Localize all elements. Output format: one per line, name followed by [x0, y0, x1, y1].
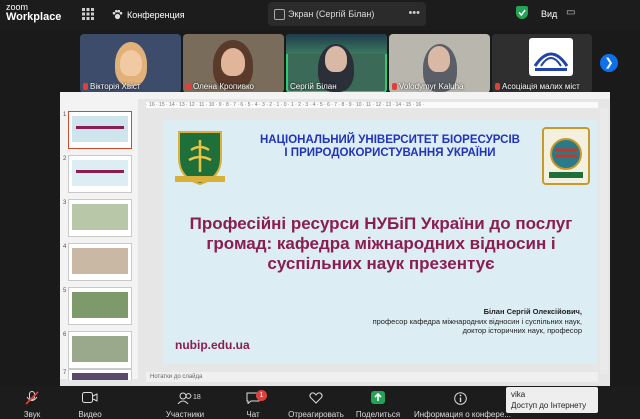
slide-thumbnail[interactable]: 1: [63, 111, 132, 149]
thumbnail-number: 3: [63, 200, 67, 206]
powerpoint-top-strip: [60, 92, 610, 99]
thumbnail-content: [72, 116, 128, 142]
vertical-scrollbar[interactable]: [600, 108, 608, 374]
muted-microphone-icon: [25, 391, 39, 405]
thumbnail-number: 1: [63, 112, 67, 118]
university-name: НАЦІОНАЛЬНИЙ УНІВЕРСИТЕТ БІОРЕСУРСІВ І П…: [258, 134, 522, 160]
participant-name: Сергій Білан: [290, 82, 337, 91]
slide-thumbnail[interactable]: 2: [63, 155, 132, 193]
share-arrow-icon: [371, 391, 385, 404]
window-controls[interactable]: ▭: [566, 7, 583, 18]
face: [120, 50, 142, 76]
thumbnail-number: 6: [63, 332, 67, 338]
info-label: Информация о конфере...: [414, 410, 511, 419]
faculty-emblem-icon: [541, 126, 591, 186]
participant-tile[interactable]: Volodymyr Kaluha: [389, 34, 490, 93]
meeting-info-button[interactable]: Информация о конфере...: [414, 386, 511, 419]
slide-thumbnail[interactable]: 3: [63, 199, 132, 237]
participant-tile[interactable]: Олена Кропивко: [183, 34, 284, 93]
top-bar: zoom Workplace Конференция Экран (Сергій…: [0, 0, 640, 30]
video-camera-icon: [82, 392, 98, 403]
author-name: Білан Сергій Олексійович,: [483, 307, 582, 316]
participants-icon: [177, 392, 192, 404]
apps-grid-icon[interactable]: [82, 8, 94, 23]
slide-thumbnails: 1 2 3 4 5 6 7: [60, 99, 138, 380]
thumbnail-content: [72, 160, 128, 186]
chat-badge: 1: [256, 390, 267, 401]
thumbnail-number: 5: [63, 288, 67, 294]
slide-notes-field[interactable]: Нотатки до слайда: [146, 372, 598, 382]
author-position: професор кафедра міжнародних відносин і …: [372, 316, 582, 326]
thumbnail-content: [72, 336, 128, 362]
info-icon: [453, 392, 467, 405]
participant-name: Асоціація малих міст: [502, 82, 580, 91]
muted-mic-icon: [392, 83, 397, 90]
participant-tile-active[interactable]: Сергій Білан: [286, 34, 387, 93]
muted-mic-icon: [495, 83, 500, 90]
screen-share-title-bar[interactable]: Экран (Сергій Білан) •••: [268, 2, 426, 26]
university-crest-icon: [171, 128, 229, 186]
shared-powerpoint: 1 2 3 4 5 6 7 · 16 · 15 · 14 · 13 · 12 ·…: [60, 92, 610, 386]
conference-menu[interactable]: Конференция: [112, 9, 185, 20]
audio-button[interactable]: Звук: [12, 386, 52, 419]
participant-name: Вікторія Хвіст: [90, 82, 141, 91]
chat-label: Чат: [246, 410, 260, 419]
thumbnail-content: [72, 248, 128, 274]
video-label: Видео: [78, 410, 102, 419]
university-line1: НАЦІОНАЛЬНИЙ УНІВЕРСИТЕТ БІОРЕСУРСІВ: [259, 134, 520, 146]
association-logo: [529, 38, 573, 76]
heart-icon: [309, 392, 323, 404]
muted-mic-icon: [83, 83, 88, 90]
thumbnail-content: [72, 292, 128, 318]
face: [325, 46, 347, 72]
participants-count: 18: [193, 394, 201, 401]
slide-thumbnail[interactable]: 5: [63, 287, 132, 325]
face: [221, 48, 245, 76]
thumbnail-number: 4: [63, 244, 67, 250]
conference-label: Конференция: [127, 10, 185, 20]
screen-icon: [274, 9, 285, 20]
thumbnail-content: [72, 373, 128, 380]
participant-name: Volodymyr Kaluha: [399, 82, 464, 91]
react-label: Отреагировать: [288, 410, 344, 419]
thumbnail-number: 7: [63, 370, 67, 376]
muted-mic-icon: [186, 83, 191, 90]
face: [428, 46, 450, 72]
current-slide: НАЦІОНАЛЬНИЙ УНІВЕРСИТЕТ БІОРЕСУРСІВ І П…: [163, 120, 597, 364]
participant-name: Олена Кропивко: [193, 82, 254, 91]
screen-title: Экран (Сергій Білан): [288, 9, 375, 19]
encryption-shield-icon[interactable]: [516, 6, 528, 19]
participant-tile[interactable]: Вікторія Хвіст: [80, 34, 181, 93]
slide-thumbnail[interactable]: 4: [63, 243, 132, 281]
participants-label: Участники: [165, 410, 205, 419]
zoom-logo: zoom Workplace: [6, 2, 62, 23]
audio-label: Звук: [23, 410, 41, 419]
thumbnail-number: 2: [63, 156, 67, 162]
participants-button[interactable]: 18 Участники: [160, 386, 210, 419]
author-degree: доктор історичних наук, професор: [462, 326, 582, 335]
tooltip-line2: Доступ до Інтернету: [511, 401, 587, 410]
more-options-icon[interactable]: •••: [408, 7, 420, 19]
logo-line2: Workplace: [6, 11, 62, 23]
slide-thumbnail[interactable]: 6: [63, 331, 132, 369]
share-label: Поделиться: [355, 410, 401, 419]
network-tooltip: vika Доступ до Інтернету: [506, 387, 598, 413]
thumbnail-content: [72, 204, 128, 230]
tooltip-line1: vika: [511, 390, 526, 399]
view-button[interactable]: Вид: [541, 9, 557, 19]
horizontal-ruler: · 16 · 15 · 14 · 13 · 12 · 11 · 10 · 9 ·…: [146, 102, 598, 108]
university-line2: І ПРИРОДОКОРИСТУВАННЯ УКРАЇНИ: [284, 147, 496, 159]
author-block: Білан Сергій Олексійович, професор кафед…: [313, 307, 582, 336]
react-button[interactable]: Отреагировать: [286, 386, 346, 419]
participant-tile[interactable]: Асоціація малих міст: [492, 34, 592, 93]
participant-strip: Вікторія Хвіст Олена Кропивко Сергій Біл…: [80, 34, 592, 93]
slide-title: Професійні ресурси НУБіП України до посл…: [189, 214, 573, 273]
paw-icon: [112, 9, 123, 20]
next-page-button[interactable]: ❯: [600, 54, 618, 72]
slide-thumbnail[interactable]: 7: [63, 369, 132, 380]
chat-button[interactable]: 1 Чат: [238, 386, 268, 419]
share-screen-button[interactable]: Поделиться: [352, 386, 404, 419]
website-label: nubip.edu.ua: [175, 338, 250, 352]
video-button[interactable]: Видео: [68, 386, 112, 419]
